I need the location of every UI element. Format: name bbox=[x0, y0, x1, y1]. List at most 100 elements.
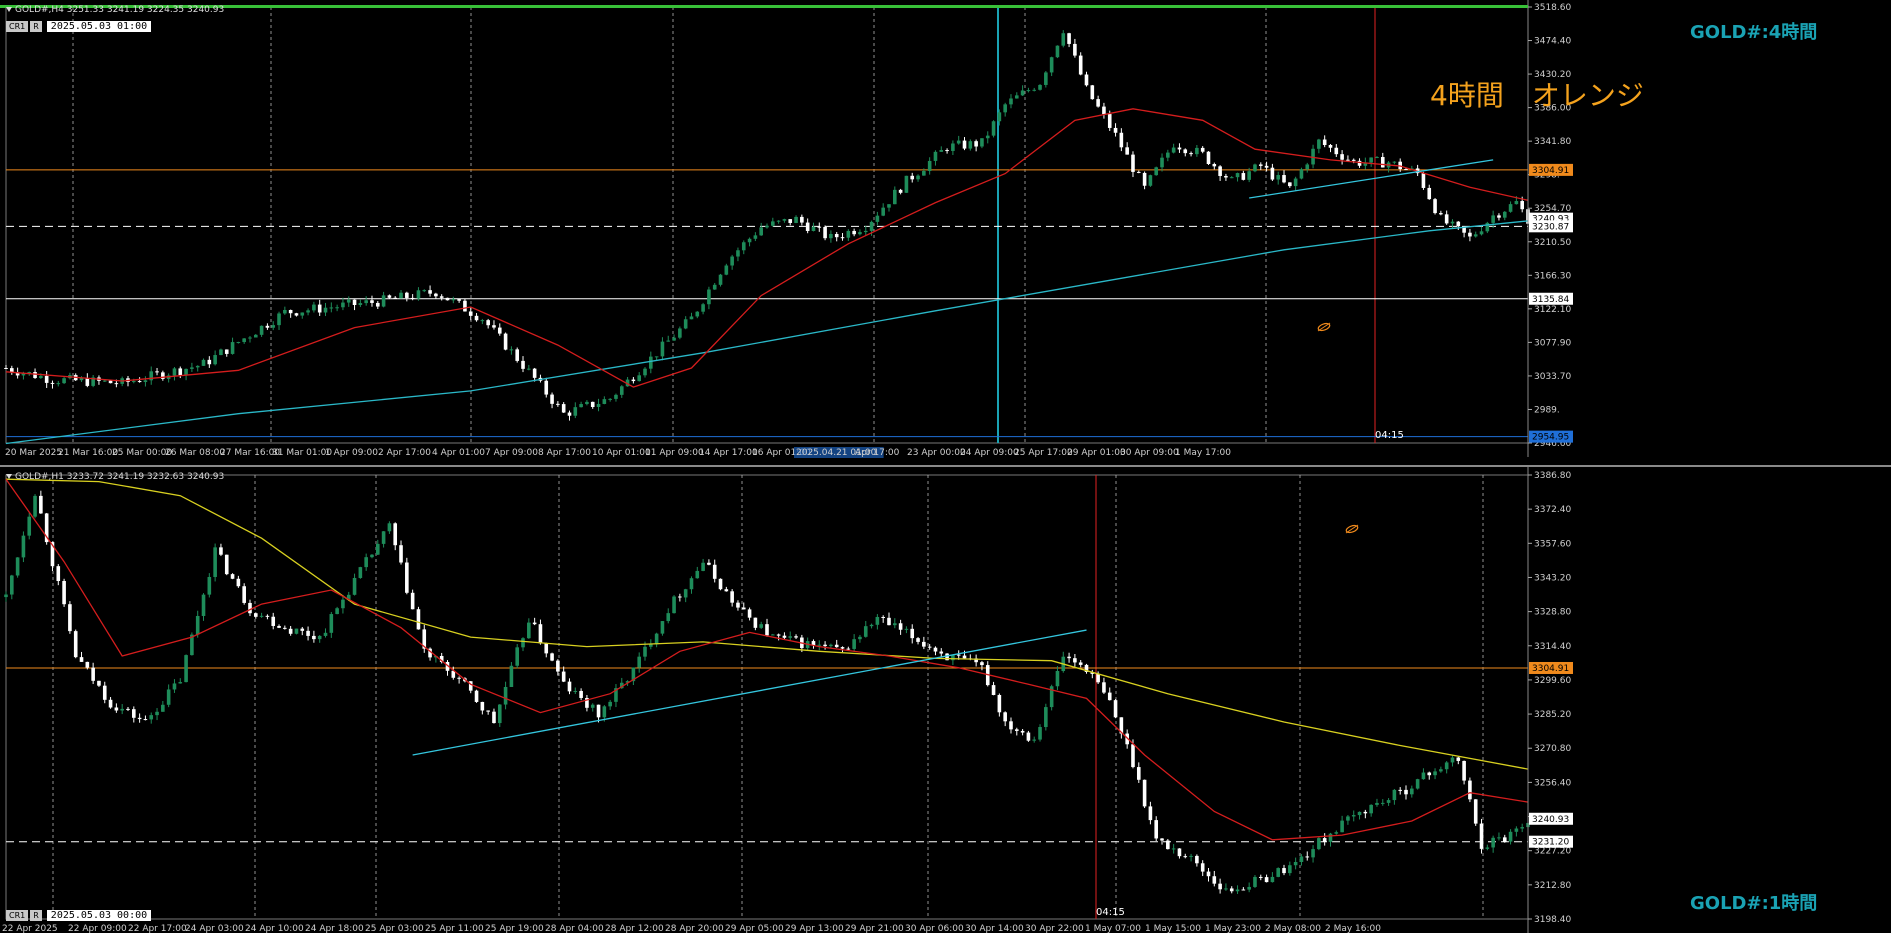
candle-body bbox=[893, 623, 897, 626]
candle-body bbox=[788, 219, 793, 223]
candle-body bbox=[1044, 707, 1048, 728]
candle-body bbox=[451, 299, 456, 301]
candle-body bbox=[765, 624, 769, 636]
candle-body bbox=[1340, 820, 1344, 833]
candle-body bbox=[39, 375, 43, 379]
candle-body bbox=[1439, 213, 1443, 215]
candle-body bbox=[1404, 789, 1408, 795]
candle-body bbox=[62, 581, 66, 605]
x-tick-label: 21 Mar 16:00 bbox=[58, 448, 118, 458]
x-tick-label: 22 Apr 2025 bbox=[2, 924, 58, 933]
candle-body bbox=[1125, 147, 1129, 155]
candle-body bbox=[573, 690, 578, 692]
candle-body bbox=[4, 594, 8, 598]
candle-body bbox=[922, 170, 926, 176]
candle-body bbox=[1177, 147, 1182, 150]
h1-r-button[interactable]: R bbox=[30, 910, 42, 921]
candle-body bbox=[1160, 838, 1164, 841]
candle-body bbox=[1340, 154, 1344, 160]
h4-r-button[interactable]: R bbox=[30, 21, 42, 32]
candle-body bbox=[1189, 855, 1193, 857]
x-tick-label: 25 Apr 19:00 bbox=[485, 924, 544, 933]
candle-body bbox=[1293, 861, 1298, 866]
candle-body bbox=[1049, 57, 1054, 73]
x-tick-label: 29 Apr 21:00 bbox=[845, 924, 904, 933]
candle-body bbox=[817, 644, 822, 646]
candle-body bbox=[1235, 173, 1240, 178]
candle-body bbox=[416, 609, 421, 630]
candle-body bbox=[782, 219, 787, 221]
candle-body bbox=[1247, 171, 1251, 180]
h1-cr1-button[interactable]: CR1 bbox=[6, 910, 29, 921]
h1-datetime-field[interactable]: 2025.05.03 00:00 bbox=[46, 910, 152, 921]
y-tick-label: 3033.70 bbox=[1534, 372, 1571, 382]
candle-body bbox=[1514, 201, 1519, 205]
candle-body bbox=[474, 690, 479, 702]
y-tick-label: 3256.40 bbox=[1534, 778, 1571, 788]
candle-body bbox=[893, 189, 897, 205]
candle-body bbox=[927, 646, 932, 648]
candle-body bbox=[277, 625, 281, 628]
candle-body bbox=[689, 316, 694, 320]
candle-body bbox=[480, 320, 485, 322]
candle-body bbox=[230, 574, 235, 579]
candle-body bbox=[102, 380, 107, 382]
candle-body bbox=[242, 338, 246, 343]
candle-body bbox=[933, 151, 938, 161]
price-tag: 2954.95 bbox=[1532, 433, 1569, 443]
candle-body bbox=[579, 404, 583, 408]
candle-body bbox=[1491, 837, 1495, 848]
candle-body bbox=[747, 609, 752, 618]
candle-body bbox=[1067, 656, 1071, 659]
candle-body bbox=[753, 235, 758, 239]
candle-body bbox=[1154, 820, 1159, 839]
candle-body bbox=[439, 296, 444, 298]
h1-time-tag: 04:15 bbox=[1096, 907, 1125, 918]
x-tick-label: 29 Apr 05:00 bbox=[725, 924, 784, 933]
candle-body bbox=[335, 608, 339, 615]
candle-body bbox=[573, 407, 578, 416]
candle-body bbox=[253, 334, 258, 338]
h4-timeframe-label: GOLD#:4時間 bbox=[1690, 22, 1818, 43]
x-tick-label: 1 May 17:00 bbox=[1175, 448, 1231, 458]
h1-chart-pane[interactable]: 3386.80 3372.40 3357.60 3343.20 3328.80 3314.… bbox=[0, 467, 1891, 933]
candle-body bbox=[788, 636, 793, 638]
candle-body bbox=[887, 204, 891, 208]
candle-body bbox=[1195, 855, 1199, 864]
candle-body bbox=[1212, 164, 1217, 167]
candle-body bbox=[1328, 833, 1333, 842]
candle-body bbox=[521, 638, 525, 648]
h4-datetime-field[interactable]: 2025.05.03 01:00 bbox=[46, 21, 152, 32]
h4-chart-svg[interactable]: 3518.603474.403430.203386.003341.803298.… bbox=[0, 0, 1891, 465]
candle-body bbox=[596, 704, 601, 718]
candle-body bbox=[654, 633, 659, 645]
h4-chart-pane[interactable]: 3518.603474.403430.203386.003341.803298.… bbox=[0, 0, 1891, 465]
collapse-triangle-icon[interactable] bbox=[6, 7, 12, 12]
candle-body bbox=[1282, 868, 1286, 874]
candle-body bbox=[1148, 175, 1153, 186]
candle-body bbox=[300, 628, 305, 631]
x-tick-label: 25 Apr 03:00 bbox=[365, 924, 424, 933]
collapse-triangle-icon[interactable] bbox=[6, 474, 12, 479]
candle-body bbox=[1166, 152, 1170, 158]
candle-body bbox=[556, 403, 560, 405]
candle-body bbox=[242, 586, 246, 603]
candle-body bbox=[1427, 772, 1432, 776]
y-tick-label: 3372.40 bbox=[1534, 505, 1571, 515]
candle-body bbox=[1508, 831, 1513, 842]
candle-body bbox=[120, 708, 124, 711]
candle-body bbox=[346, 299, 351, 303]
candle-body bbox=[271, 325, 276, 328]
candle-body bbox=[497, 704, 502, 724]
candle-body bbox=[457, 677, 461, 679]
candle-body bbox=[602, 399, 607, 404]
candle-body bbox=[1224, 175, 1228, 178]
h4-cr1-button[interactable]: CR1 bbox=[6, 21, 29, 32]
candle-body bbox=[271, 616, 276, 626]
candle-body bbox=[544, 380, 549, 395]
candle-body bbox=[1235, 889, 1240, 892]
candle-body bbox=[312, 635, 316, 640]
candle-body bbox=[997, 694, 1002, 713]
h1-chart-svg[interactable]: 3386.80 3372.40 3357.60 3343.20 3328.80 3314.… bbox=[0, 467, 1891, 933]
candle-body bbox=[1247, 886, 1251, 890]
